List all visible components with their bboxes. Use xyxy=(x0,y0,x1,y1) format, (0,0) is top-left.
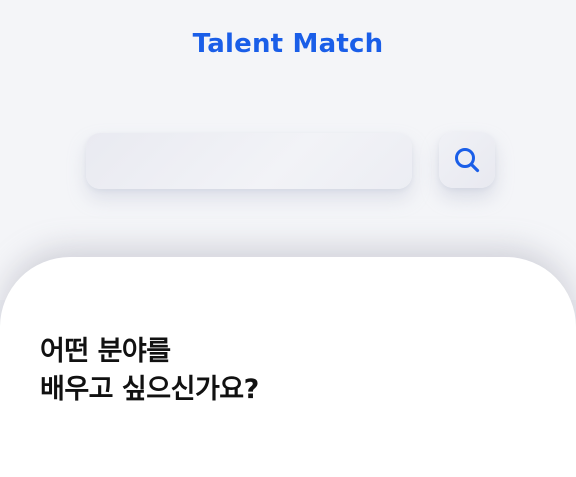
page-title: 어떤 분야를 배우고 싶으신가요? xyxy=(40,333,259,409)
question-line-1: 어떤 분야를 xyxy=(40,336,171,367)
search-button[interactable] xyxy=(439,132,495,188)
question-line-2: 배우고 싶으신가요? xyxy=(40,374,259,405)
search-icon xyxy=(455,148,480,173)
search-input[interactable] xyxy=(86,133,412,189)
app-logo: Talent Match xyxy=(192,29,384,59)
header-area: Talent Match xyxy=(0,0,576,300)
category-card: 어떤 분야를 배우고 싶으신가요? xyxy=(0,257,576,477)
